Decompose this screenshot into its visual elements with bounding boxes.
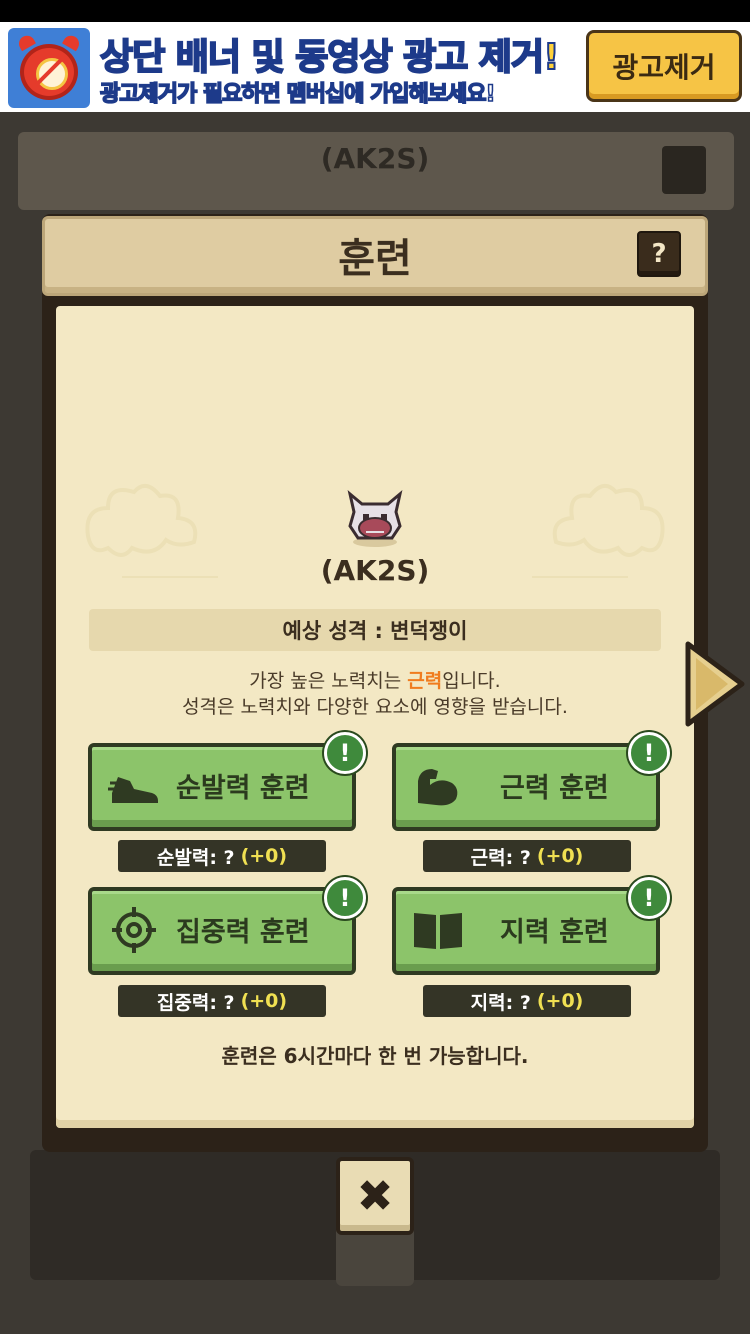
intelligence-training-button[interactable]: 지력 훈련 [392, 887, 660, 975]
description-line-1: 가장 높은 노력치는 근력입니다. [249, 670, 501, 692]
alert-badge-icon: ! [628, 732, 670, 774]
character-sprite [347, 490, 403, 547]
shoe-icon [108, 777, 158, 803]
description-line-2: 성격은 노력치와 다양한 요소에 영향을 받습니다. [182, 696, 568, 718]
highlight-stat: 근력 [407, 670, 443, 692]
strength-stat: 근력: ? (+0) [423, 840, 631, 872]
agility-training-button[interactable]: 순발력 훈련 [88, 743, 356, 831]
character-name: (AK2S) [320, 554, 430, 587]
agility-stat: 순발력: ? (+0) [118, 840, 326, 872]
remove-ads-button[interactable]: 광고제거 [586, 30, 742, 102]
alert-badge-icon: ! [324, 732, 366, 774]
status-bar [0, 0, 750, 22]
strength-training-button[interactable]: 근력 훈련 [392, 743, 660, 831]
alert-badge-icon: ! [324, 877, 366, 919]
focus-stat: 집중력: ? (+0) [118, 985, 326, 1017]
alert-badge-icon: ! [628, 877, 670, 919]
crosshair-icon [112, 907, 156, 953]
intelligence-stat: 지력: ? (+0) [423, 985, 631, 1017]
ad-clock-icon [8, 28, 90, 108]
next-arrow-icon[interactable] [684, 640, 748, 728]
book-icon [414, 913, 462, 949]
background-close-icon [336, 1226, 414, 1286]
close-button[interactable]: ✖ [336, 1157, 414, 1235]
background-help-icon [662, 146, 706, 194]
training-cooldown-note: 훈련은 6시간마다 한 번 가능합니다. [221, 1044, 529, 1068]
focus-training-button[interactable]: 집중력 훈련 [88, 887, 356, 975]
expected-personality: 예상 성격 : 변덕쟁이 [89, 609, 661, 651]
ad-title: 상단 배너 및 동영상 광고 제거! [99, 36, 561, 79]
ad-subtitle: 광고제거가 필요하면 멤버십에 가입해보세요! [99, 81, 496, 108]
background-title: (AK2S) [320, 142, 430, 175]
help-button[interactable]: ? [637, 231, 681, 277]
ad-banner[interactable]: 상단 배너 및 동영상 광고 제거! 광고제거가 필요하면 멤버십에 가입해보세… [0, 22, 750, 112]
muscle-arm-icon [418, 769, 458, 806]
